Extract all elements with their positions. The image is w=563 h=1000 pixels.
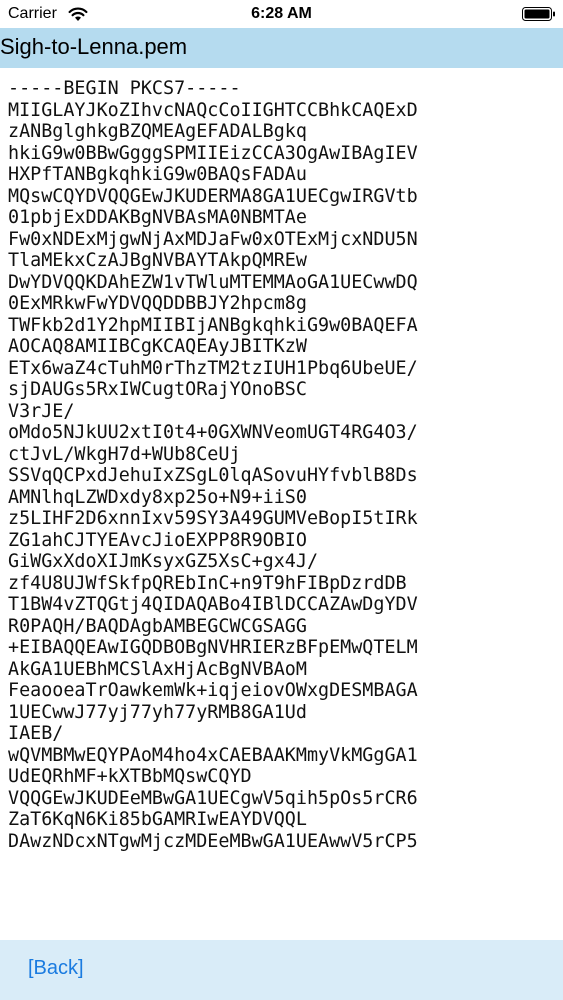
pem-line: zf4U8UJWfSkfpQREbInC+n9T9hFIBpDzrdDB — [8, 572, 407, 594]
pem-line: z5LIHF2D6xnnIxv59SY3A49GUMVeBopI5tIRk — [8, 508, 418, 529]
pem-line: DAwzNDcxNTgwMjczMDEeMBwGA1UEAwwV5rCP5 — [8, 830, 418, 852]
pem-line: Fw0xNDExMjgwNjAxMDJaFw0xOTExMjcxNDU5N — [8, 228, 418, 250]
pem-line: oMdo5NJkUU2xtI0t4+0GXWNVeomUGT4RG4O3/ — [8, 422, 418, 443]
pem-line: SSVqQCPxdJehuIxZSgL0lqASovuHYfvblB8Ds — [8, 465, 418, 486]
pem-line: R0PAQH/BAQDAgbAMBEGCWCGSAGG — [8, 615, 307, 637]
clock: 6:28 AM — [251, 5, 312, 22]
pem-text: -----BEGIN PKCS7----- MIIGLAYJKoZIhvcNAQ… — [0, 78, 563, 852]
pem-line: IAEB/ — [8, 723, 64, 744]
pem-line: wQVMBMwEQYPAoM4ho4xCAEBAAKMmyVkMGgGA1 — [8, 744, 418, 766]
pem-line: sjDAUGs5RxIWCugtORajYOnoBSC — [8, 379, 307, 400]
screen: Carrier 6:28 AM Sigh-to-Lenna.pem -----B… — [0, 0, 563, 1000]
pem-line: AMNlhqLZWDxdy8xp25o+N9+iiS0 — [8, 486, 307, 508]
pem-line: T1BW4vZTQGtj4QIDAQABo4IBlDCCAZAwDgYDV — [8, 594, 418, 615]
pem-line: VQQGEwJKUDEeMBwGA1UECgwV5qih5pOs5rCR6 — [8, 787, 418, 809]
pem-line: TWFkb2d1Y2hpMIIBIjANBgkqhkiG9w0BAQEFA — [8, 314, 418, 336]
back-button[interactable]: [Back] — [28, 957, 84, 980]
pem-line: AkGA1UEBhMCSlAxHjAcBgNVBAoM — [8, 658, 307, 680]
pem-line: V3rJE/ — [8, 400, 75, 422]
pem-line: GiWGxXdoXIJmKsyxGZ5XsC+gx4J/ — [8, 551, 319, 572]
status-bar: Carrier 6:28 AM — [0, 0, 563, 28]
pem-line: -----BEGIN PKCS7----- — [8, 78, 241, 99]
pem-line: TlaMEkxCzAJBgNVBAYTAkpQMREw — [8, 250, 307, 271]
pem-line: 0ExMRkwFwYDVQQDDBBJY2hpcm8g — [8, 293, 307, 314]
pem-line: +EIBAQQEAwIGQDBOBgNVHRIERzBFpEMwQTELM — [8, 637, 418, 658]
title-bar: Sigh-to-Lenna.pem — [0, 28, 563, 68]
pem-line: FeaooeaTrOawkemWk+iqjeiovOWxgDESMBAGA — [8, 680, 418, 701]
pem-line: ZG1ahCJTYEAvcJioEXPP8R9OBIO — [8, 529, 307, 551]
pem-line: 1UECwwJ77yj77yh77yRMB8GA1Ud — [8, 701, 307, 723]
bottom-toolbar: [Back] — [0, 940, 563, 1000]
battery-icon — [522, 7, 555, 21]
pem-line: zANBglghkgBZQMEAgEFADALBgkq — [8, 121, 307, 142]
pem-line: HXPfTANBgkqhkiG9w0BAQsFADAu — [8, 164, 307, 185]
pem-line: hkiG9w0BBwGgggSPMIIEizCCA3OgAwIBAgIEV — [8, 142, 418, 164]
pem-line: 01pbjExDDAKBgNVBAsMA0NBMTAe — [8, 207, 307, 228]
pem-line: AOCAQ8AMIIBCgKCAQEAyJBITKzW — [8, 336, 307, 357]
pem-line: DwYDVQQKDAhEZW1vTWluMTEMMAoGA1UECwwDQ — [8, 271, 418, 293]
pem-line: MQswCQYDVQQGEwJKUDERMA8GA1UECgwIRGVtb — [8, 185, 418, 207]
page-title: Sigh-to-Lenna.pem — [0, 34, 188, 59]
pem-line: ZaT6KqN6Ki85bGAMRIwEAYDVQQL — [8, 809, 307, 830]
pem-line: UdEQRhMF+kXTBbMQswCQYD — [8, 766, 252, 787]
pem-line: ctJvL/WkgH7d+WUb8CeUj — [8, 443, 241, 465]
pem-content-view[interactable]: -----BEGIN PKCS7----- MIIGLAYJKoZIhvcNAQ… — [0, 78, 563, 940]
pem-line: ETx6waZ4cTuhM0rThzTM2tzIUH1Pbq6UbeUE/ — [8, 357, 418, 379]
pem-line: MIIGLAYJKoZIhvcNAQcCoIIGHTCCBhkCAQExD — [8, 99, 418, 121]
